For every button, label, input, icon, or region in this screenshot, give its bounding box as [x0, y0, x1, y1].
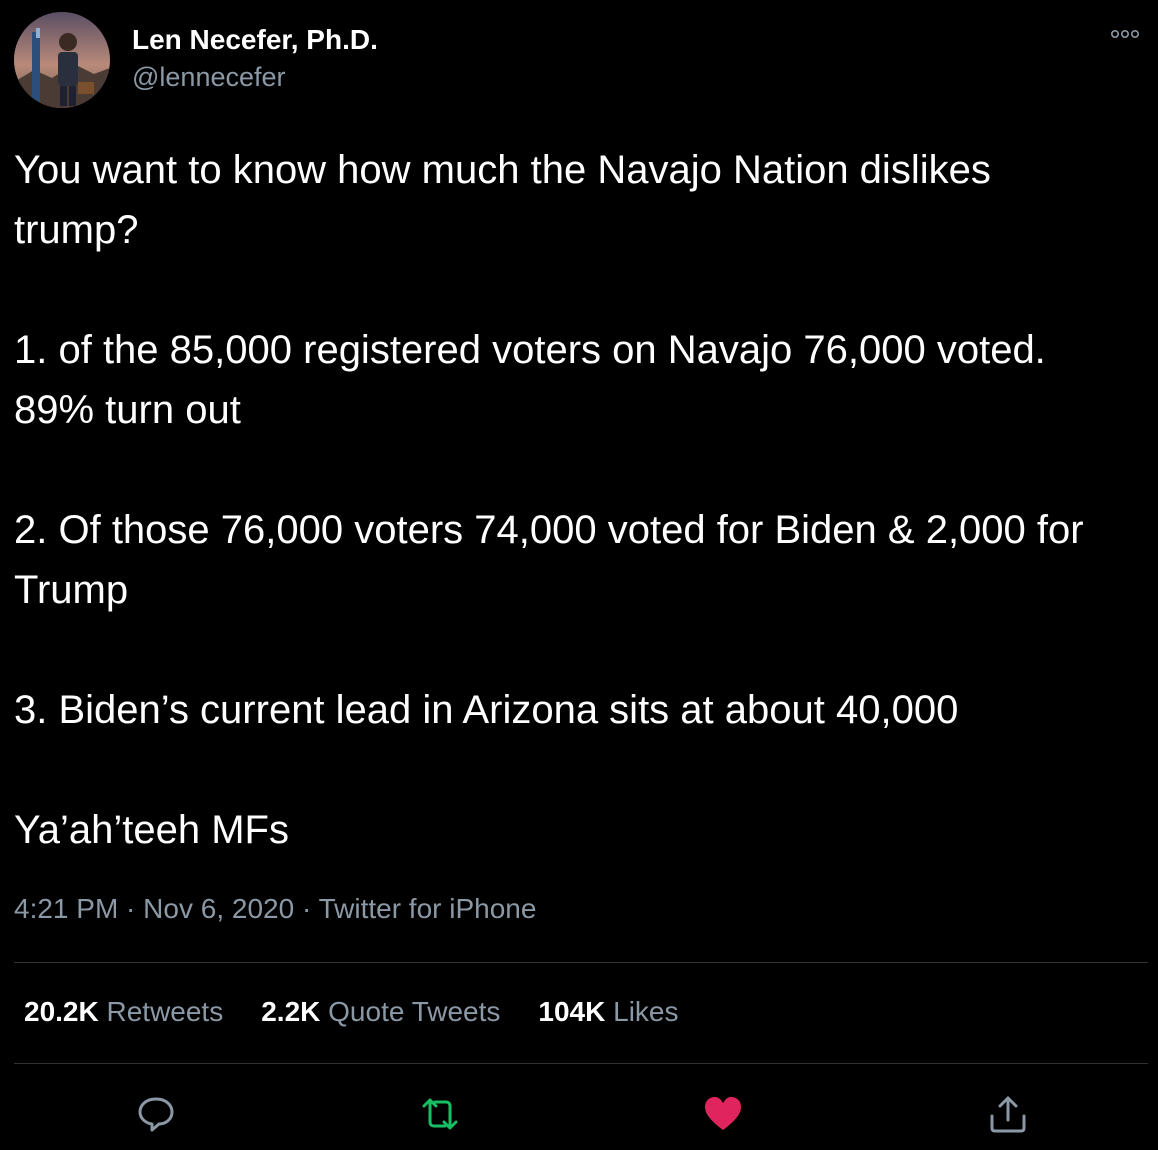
- tweet-paragraph: Ya’ah’teeh MFs: [14, 808, 289, 852]
- tweet-time[interactable]: 4:21 PM: [14, 893, 118, 924]
- meta-separator: ·: [294, 893, 319, 924]
- more-icon[interactable]: [1110, 26, 1140, 42]
- reply-icon[interactable]: [134, 1092, 178, 1136]
- retweets-stat[interactable]: 20.2K Retweets: [24, 996, 223, 1028]
- divider: [14, 1063, 1148, 1064]
- share-icon[interactable]: [986, 1092, 1030, 1136]
- tweet-stats: 20.2K Retweets 2.2K Quote Tweets 104K Like…: [24, 996, 717, 1028]
- tweet-header: Len Necefer, Ph.D. @lennecefer: [14, 12, 1144, 108]
- tweet-paragraph: 2. Of those 76,000 voters 74,000 voted f…: [14, 508, 1084, 612]
- likes-count: 104K: [538, 996, 606, 1027]
- retweets-label: Retweets: [98, 996, 224, 1027]
- quote-tweets-stat[interactable]: 2.2K Quote Tweets: [261, 996, 500, 1028]
- quote-tweets-label: Quote Tweets: [320, 996, 501, 1027]
- meta-separator: ·: [118, 893, 144, 924]
- retweet-icon[interactable]: [418, 1092, 462, 1136]
- tweet-source[interactable]: Twitter for iPhone: [319, 893, 537, 924]
- tweet-date[interactable]: Nov 6, 2020: [143, 893, 294, 924]
- retweets-count: 20.2K: [24, 996, 99, 1027]
- tweet-paragraph: 3. Biden’s current lead in Arizona sits …: [14, 688, 959, 732]
- likes-stat[interactable]: 104K Likes: [538, 996, 678, 1028]
- quote-tweets-count: 2.2K: [261, 996, 321, 1027]
- tweet-text: You want to know how much the Navajo Nat…: [14, 140, 1124, 860]
- tweet-paragraph: You want to know how much the Navajo Nat…: [14, 148, 991, 252]
- divider: [14, 962, 1148, 963]
- tweet-paragraph: 1. of the 85,000 registered voters on Na…: [14, 328, 1046, 432]
- avatar[interactable]: [14, 12, 110, 108]
- tweet-actions: [0, 1092, 1158, 1136]
- likes-label: Likes: [605, 996, 679, 1027]
- author-handle[interactable]: @lennecefer: [132, 62, 286, 93]
- author-name[interactable]: Len Necefer, Ph.D.: [132, 24, 378, 56]
- heart-icon[interactable]: [701, 1092, 745, 1136]
- tweet-meta: 4:21 PM · Nov 6, 2020 · Twitter for iPho…: [14, 893, 536, 925]
